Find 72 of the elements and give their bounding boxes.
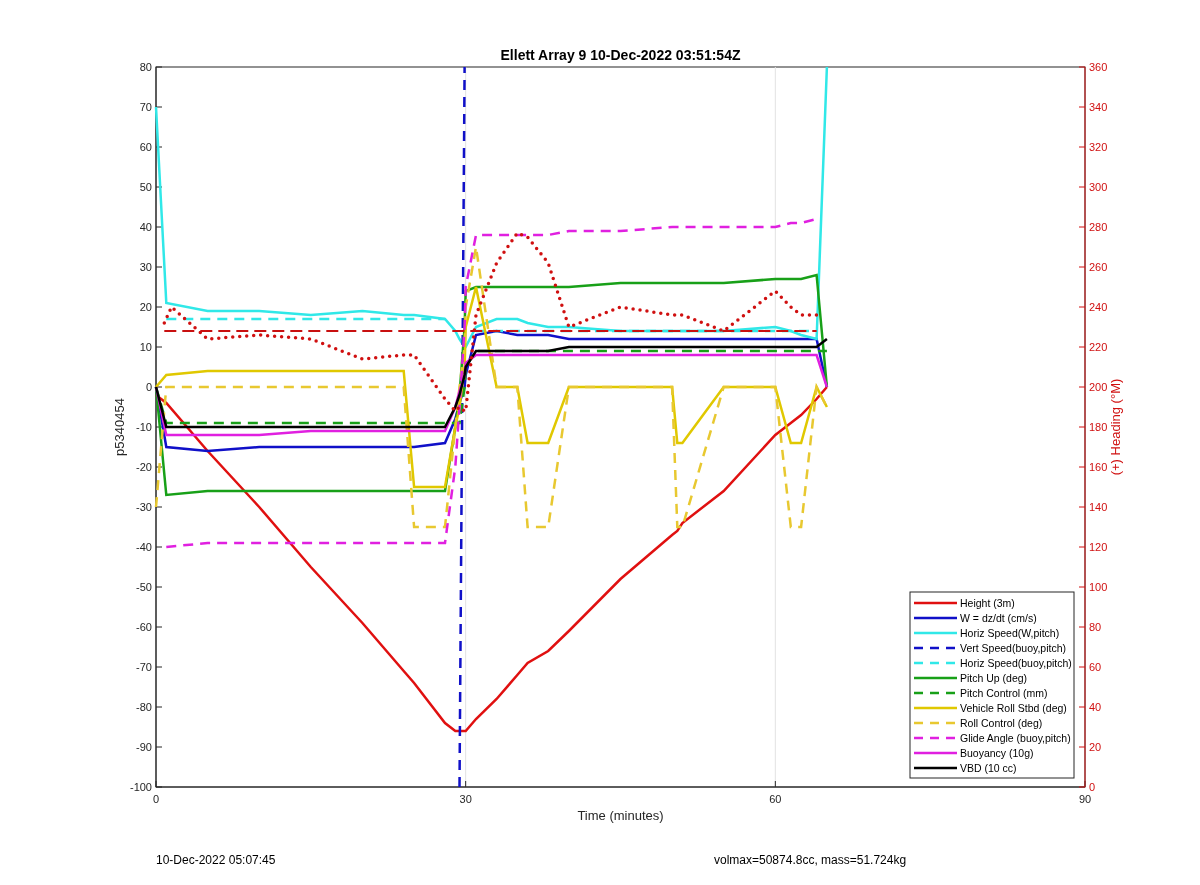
legend-label: Vert Speed(buoy,pitch) [960, 642, 1067, 654]
summary-text: volmax=50874.8cc, mass=51.724kg [714, 853, 907, 867]
legend-swatch [914, 691, 957, 695]
tick-label: -20 [136, 461, 152, 473]
tick-label: 0 [1089, 781, 1096, 793]
tick-label: 20 [139, 301, 152, 313]
tick-label: 60 [139, 141, 152, 153]
tick-label: 60 [1089, 661, 1102, 673]
legend-label: Height (3m) [960, 597, 1015, 609]
tick-label: 260 [1089, 261, 1108, 273]
tick-label: -50 [136, 581, 152, 593]
tick-label: -30 [136, 501, 152, 513]
tick-label: 120 [1089, 541, 1108, 553]
tick-label: 50 [139, 181, 152, 193]
legend-swatch [914, 616, 957, 620]
tick-label: 90 [1078, 793, 1092, 805]
tick-label: 300 [1089, 181, 1108, 193]
tick-label: 30 [139, 261, 152, 273]
tick-label: 160 [1089, 461, 1108, 473]
legend-label: Roll Control (deg) [960, 717, 1043, 729]
legend-swatch [914, 736, 957, 740]
tick-label: 100 [1089, 581, 1108, 593]
tick-label: 80 [139, 61, 152, 73]
tick-label: 180 [1089, 421, 1108, 433]
timestamp: 10-Dec-2022 05:07:45 [156, 853, 276, 867]
legend-label: W = dz/dt (cm/s) [960, 612, 1037, 624]
tick-label: 200 [1089, 381, 1108, 393]
tick-label: 320 [1089, 141, 1108, 153]
tick-label: -80 [136, 701, 152, 713]
legend-label: Horiz Speed(buoy,pitch) [960, 657, 1072, 669]
legend-swatch [914, 601, 957, 605]
legend-label: Horiz Speed(W,pitch) [960, 627, 1060, 639]
legend-label: Vehicle Roll Stbd (deg) [960, 702, 1067, 714]
tick-label: 280 [1089, 221, 1108, 233]
tick-label: -90 [136, 741, 152, 753]
y-axis-label: p5340454 [112, 398, 127, 456]
legend-swatch [914, 706, 957, 710]
legend-label: Pitch Up (deg) [960, 672, 1028, 684]
tick-label: 0 [145, 381, 152, 393]
legend-swatch [914, 766, 957, 770]
legend-swatch [914, 721, 957, 725]
legend-swatch [914, 661, 957, 665]
tick-label: -10 [136, 421, 152, 433]
right-axis-label: (+) Heading (°M) [1108, 378, 1123, 476]
tick-label: 40 [1089, 701, 1102, 713]
legend-label: Pitch Control (mm) [960, 687, 1048, 699]
x-axis-label: Time (minutes) [577, 808, 664, 823]
tick-label: 240 [1089, 301, 1108, 313]
tick-label: 60 [769, 793, 782, 805]
legend-label: VBD (10 cc) [960, 762, 1017, 774]
tick-label: 30 [459, 793, 472, 805]
legend-swatch [914, 646, 957, 650]
tick-label: 360 [1089, 61, 1108, 73]
tick-label: -70 [136, 661, 152, 673]
legend-label: Glide Angle (buoy,pitch) [960, 732, 1071, 744]
tick-label: 340 [1089, 101, 1108, 113]
tick-label: 0 [152, 793, 160, 805]
legend-swatch [914, 631, 957, 635]
tick-label: 220 [1089, 341, 1108, 353]
tick-label: 80 [1089, 621, 1102, 633]
legend-swatch [914, 676, 957, 680]
chart-title: Ellett Array 9 10-Dec-2022 03:51:54Z [500, 47, 741, 63]
tick-label: 70 [139, 101, 152, 113]
tick-label: -40 [136, 541, 152, 553]
tick-label: -100 [129, 781, 152, 793]
tick-label: 20 [1089, 741, 1102, 753]
tick-label: -60 [136, 621, 152, 633]
legend-swatch [914, 751, 957, 755]
legend-label: Buoyancy (10g) [960, 747, 1034, 759]
tick-label: 140 [1089, 501, 1108, 513]
tick-label: 40 [139, 221, 152, 233]
tick-label: 10 [139, 341, 152, 353]
